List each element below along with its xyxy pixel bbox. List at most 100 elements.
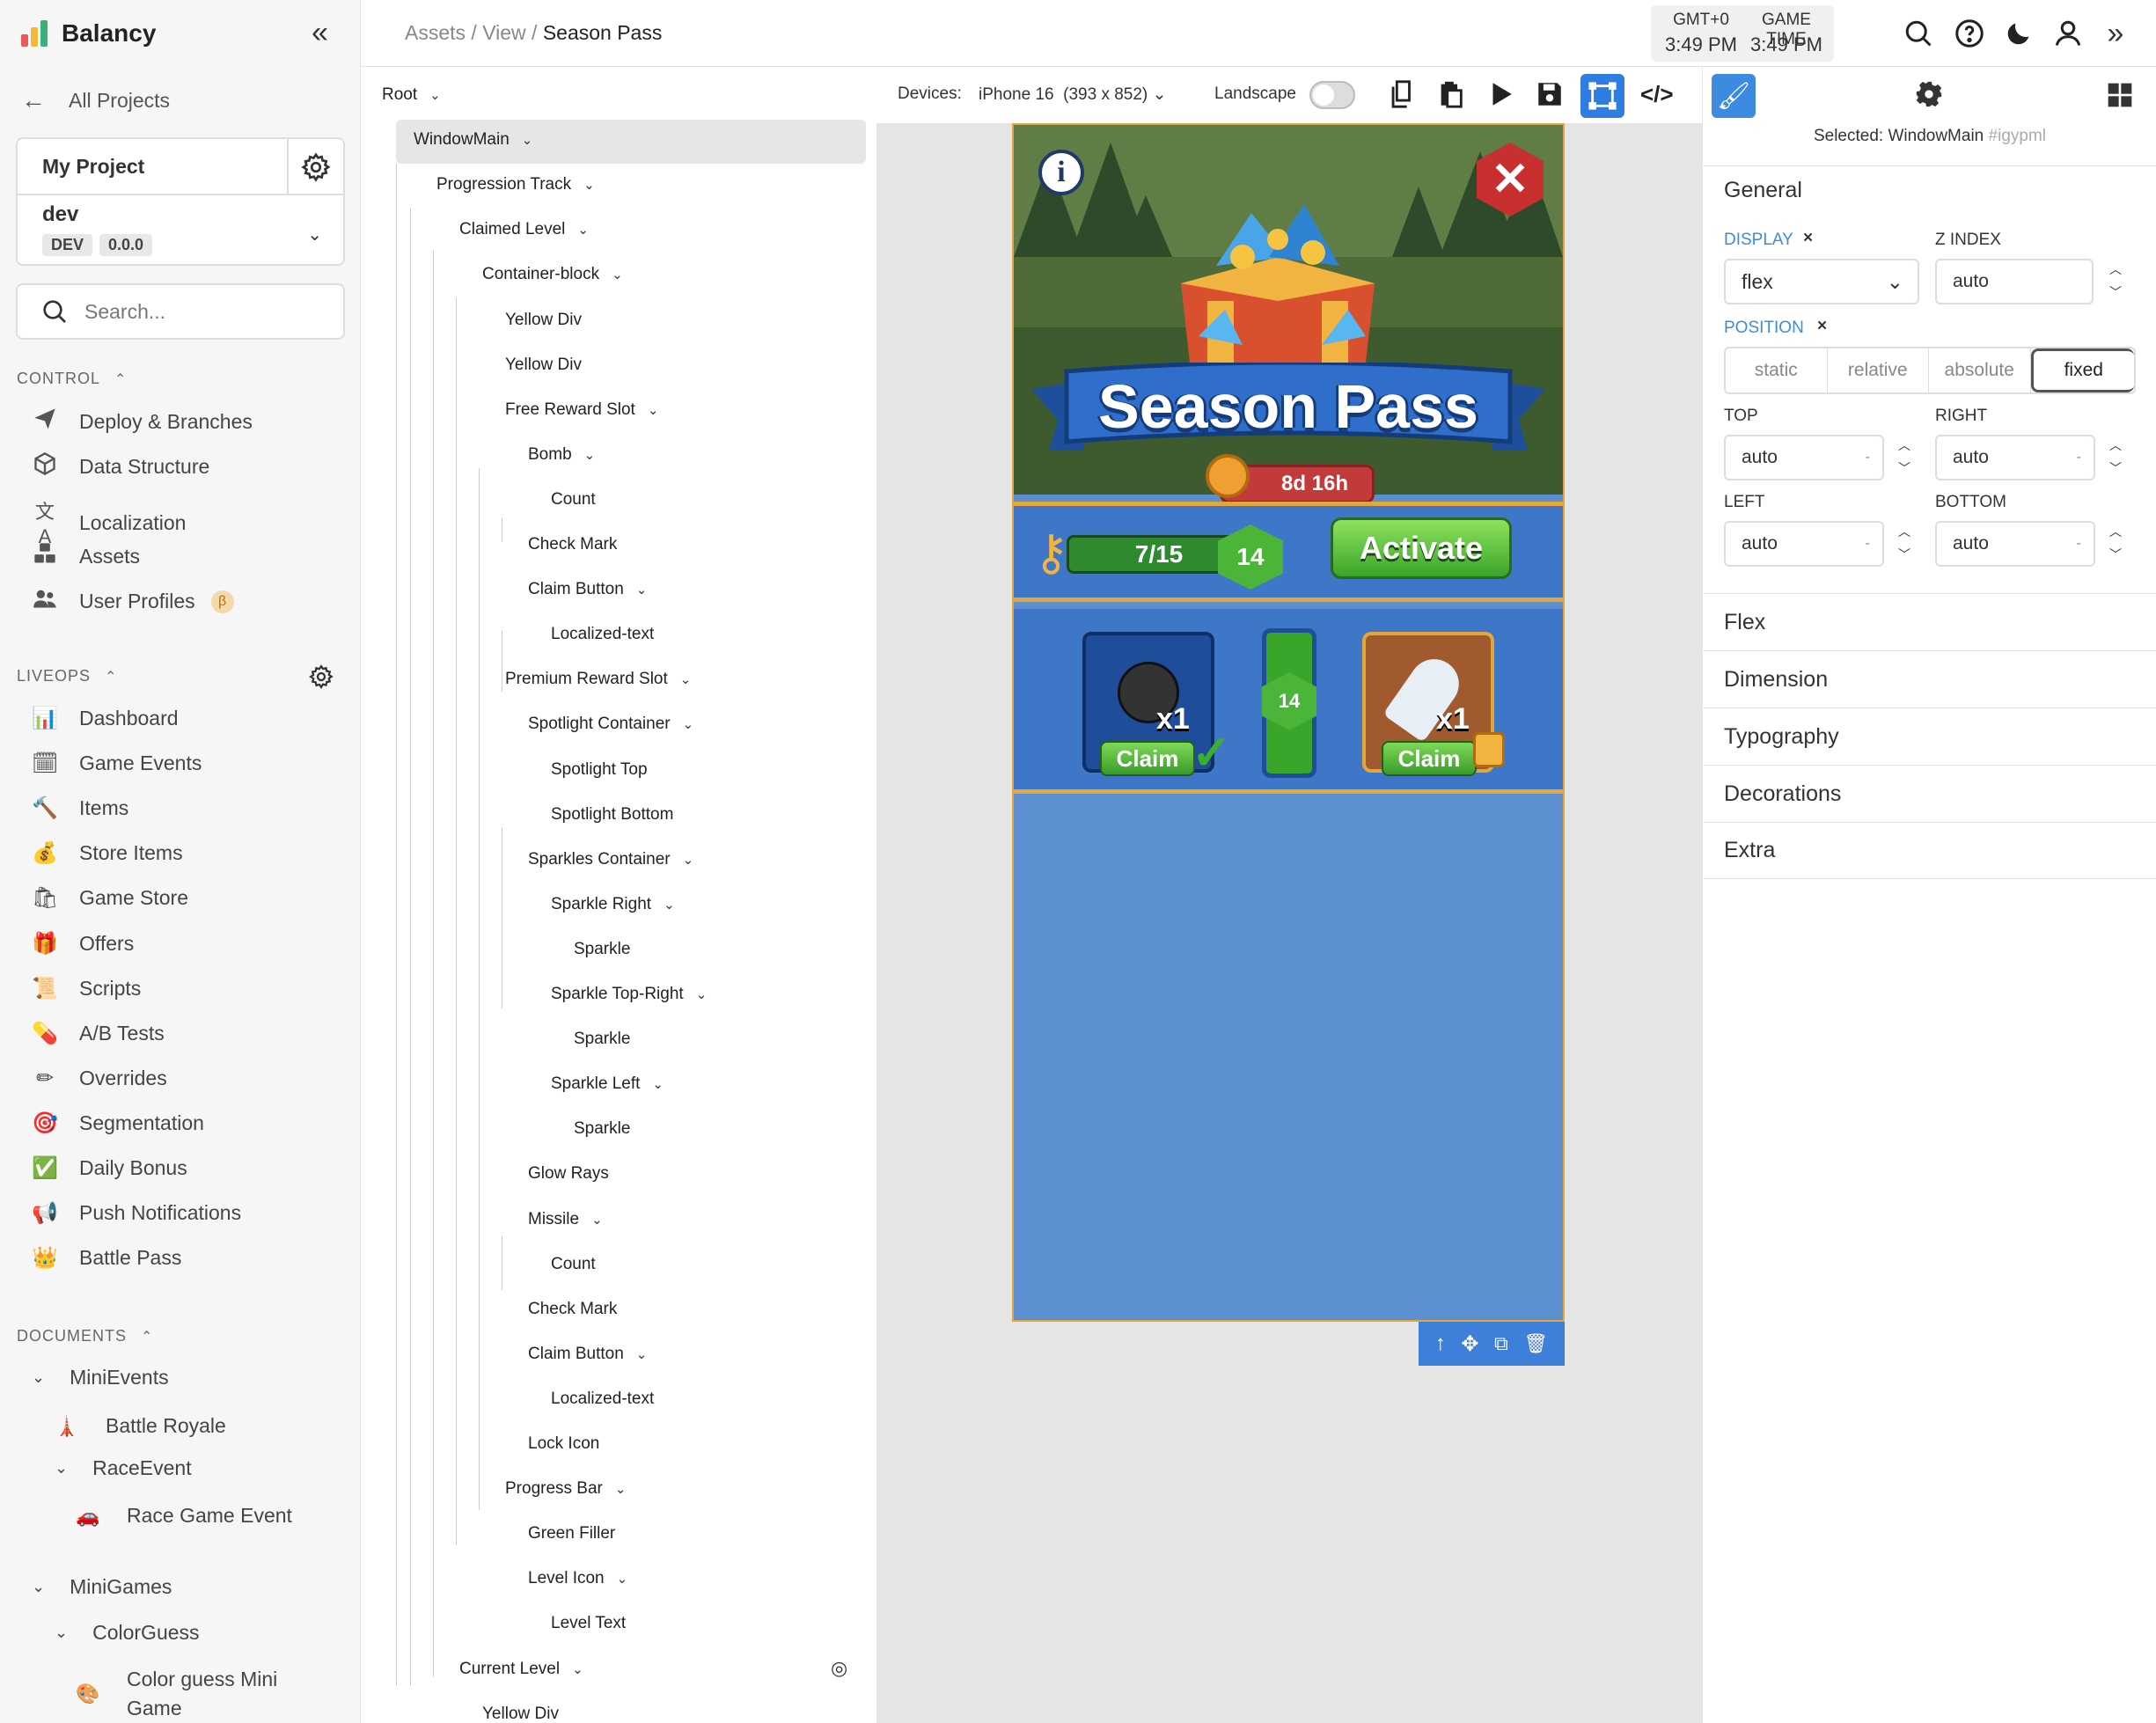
position-relative[interactable]: relative	[1828, 348, 1929, 392]
zindex-input[interactable]: auto	[1935, 259, 2094, 304]
left-input[interactable]: auto -	[1724, 521, 1884, 567]
tree-node-count[interactable]: Count	[551, 1250, 596, 1279]
sidebar-item-segmentation[interactable]: 🎯 Segmentation	[32, 1111, 204, 1136]
delete-icon[interactable]: 🗑	[1523, 1332, 1548, 1355]
paste-icon[interactable]	[1436, 79, 1466, 114]
chevron-down-icon[interactable]: ⌄	[577, 222, 589, 238]
tree-node-yellow-div[interactable]: Yellow Div	[505, 305, 582, 335]
sidebar-search-input[interactable]: Search...	[16, 283, 345, 340]
sidebar-item-store-items[interactable]: 💰 Store Items	[32, 840, 183, 866]
general-section-title[interactable]: General	[1724, 178, 1802, 203]
style-brush-icon[interactable]: 🖌	[1712, 74, 1756, 118]
right-stepper[interactable]: ︿ ﹀	[2106, 436, 2125, 477]
breadcrumb-assets[interactable]: Assets	[405, 21, 466, 44]
tree-node-level-icon[interactable]: Level Icon ⌄	[528, 1564, 627, 1594]
chevron-down-icon[interactable]: ⌄	[429, 87, 441, 103]
tree-node-level-text[interactable]: Level Text	[551, 1609, 626, 1639]
game-preview[interactable]: i ✕ Season Pass 8d 16h 7/15 ⚷ 14 Activat…	[1012, 123, 1565, 1322]
chevron-down-icon[interactable]: ⌄	[307, 224, 322, 246]
tree-node-premium-reward-slot[interactable]: Premium Reward Slot ⌄	[505, 664, 691, 694]
document-folder-minigames[interactable]: ⌄ MiniGames	[32, 1575, 172, 1599]
tree-node-localized-text[interactable]: Localized-text	[551, 620, 654, 649]
tree-node-check-mark[interactable]: Check Mark	[528, 530, 617, 560]
all-projects-link[interactable]: ← All Projects	[21, 86, 170, 114]
code-icon[interactable]: </>	[1640, 81, 1674, 108]
control-section-header[interactable]: CONTROL ⌃	[17, 370, 127, 388]
layout-grid-icon[interactable]	[2106, 81, 2134, 114]
collapse-sidebar-icon[interactable]: «	[312, 18, 328, 48]
chevron-down-icon[interactable]: ⌄	[636, 582, 648, 598]
copy-icon[interactable]	[1387, 79, 1417, 114]
landscape-toggle[interactable]	[1309, 81, 1355, 109]
document-item-battle-royale[interactable]: 🗼 Battle Royale	[55, 1411, 226, 1441]
chevron-down-icon[interactable]: ⌄	[612, 267, 623, 282]
document-folder-colorguess[interactable]: ⌄ ColorGuess	[55, 1621, 200, 1645]
tree-node-sparkle[interactable]: Sparkle	[574, 1114, 630, 1144]
tree-node-check-mark[interactable]: Check Mark	[528, 1294, 617, 1324]
tree-node-glow-rays[interactable]: Glow Rays	[528, 1159, 609, 1189]
top-input[interactable]: auto -	[1724, 435, 1884, 480]
section-dimension[interactable]: Dimension	[1703, 650, 2156, 708]
sidebar-item-deploy-branches[interactable]: Deploy & Branches	[32, 407, 253, 437]
tree-node-root[interactable]: Root ⌄	[382, 80, 441, 110]
tree-node-claim-button[interactable]: Claim Button ⌄	[528, 1339, 647, 1369]
right-unit[interactable]: -	[2077, 450, 2081, 466]
tree-node-sparkle-left[interactable]: Sparkle Left ⌄	[551, 1069, 664, 1099]
tree-node-claim-button[interactable]: Claim Button ⌄	[528, 575, 647, 605]
chevron-down-icon[interactable]: ⌄	[652, 1076, 664, 1092]
chevron-down-icon[interactable]: ⌄	[583, 177, 595, 193]
liveops-settings-gear-icon[interactable]	[308, 664, 334, 695]
visibility-hidden-icon[interactable]: ◎	[831, 1657, 847, 1680]
tree-node-spotlight-container[interactable]: Spotlight Container ⌄	[528, 709, 693, 739]
sidebar-item-user-profiles[interactable]: User Profiles β	[32, 586, 234, 617]
user-profile-icon[interactable]	[2050, 16, 2086, 51]
device-select[interactable]: iPhone 16 (393 x 852) ⌄	[979, 84, 1166, 105]
sidebar-item-dashboard[interactable]: 📊 Dashboard	[32, 706, 178, 731]
settings-gear-icon[interactable]	[1914, 79, 1944, 114]
tree-node-yellow-div[interactable]: Yellow Div	[505, 350, 582, 380]
tree-node-container-block[interactable]: Container-block ⌄	[482, 260, 623, 290]
position-absolute[interactable]: absolute	[1929, 348, 2031, 392]
section-typography[interactable]: Typography	[1703, 708, 2156, 765]
chevron-down-icon[interactable]: ⌄	[617, 1571, 628, 1587]
tree-node-yellow-div[interactable]: Yellow Div	[482, 1699, 559, 1723]
select-frame-icon[interactable]	[1580, 74, 1624, 118]
tree-node-current-level[interactable]: Current Level ⌄	[459, 1654, 583, 1684]
top-stepper[interactable]: ︿ ﹀	[1895, 436, 1914, 477]
brand[interactable]: Balancy	[21, 16, 156, 51]
chevron-down-icon[interactable]: ⌄	[615, 1481, 627, 1497]
tree-node-bomb[interactable]: Bomb ⌄	[528, 440, 595, 470]
chevron-down-icon[interactable]: ⌄	[683, 852, 694, 868]
left-stepper[interactable]: ︿ ﹀	[1895, 523, 1914, 563]
free-claim-button[interactable]: Claim	[1100, 741, 1195, 776]
activate-button[interactable]: Activate	[1331, 517, 1512, 579]
sidebar-item-push-notifications[interactable]: 📢 Push Notifications	[32, 1200, 241, 1226]
clear-display-icon[interactable]: ×	[1803, 229, 1813, 248]
chevron-down-icon[interactable]: ⌄	[572, 1661, 583, 1677]
tree-node-windowmain[interactable]: WindowMain ⌄	[414, 125, 532, 155]
sidebar-item-overrides[interactable]: ✏ Overrides	[32, 1066, 167, 1091]
tree-node-progress-bar[interactable]: Progress Bar ⌄	[505, 1474, 626, 1504]
chevron-down-icon[interactable]: ⌄	[696, 986, 708, 1002]
tree-node-spotlight-bottom[interactable]: Spotlight Bottom	[551, 800, 673, 830]
expand-panel-icon[interactable]: »	[2098, 16, 2133, 51]
dark-mode-moon-icon[interactable]	[2001, 16, 2036, 51]
section-flex[interactable]: Flex	[1703, 593, 2156, 650]
document-item-race-game-event[interactable]: 🚗 Race Game Event	[76, 1501, 292, 1530]
position-fixed[interactable]: fixed	[2030, 348, 2134, 392]
play-icon[interactable]	[1485, 79, 1515, 114]
tree-node-localized-text[interactable]: Localized-text	[551, 1384, 654, 1414]
bottom-input[interactable]: auto -	[1935, 521, 2095, 567]
tree-node-missile[interactable]: Missile ⌄	[528, 1205, 603, 1235]
bottom-stepper[interactable]: ︿ ﹀	[2106, 523, 2125, 563]
sidebar-item-game-events[interactable]: 🗓 Game Events	[32, 751, 202, 776]
sidebar-item-daily-bonus[interactable]: ✅ Daily Bonus	[32, 1155, 187, 1181]
sidebar-item-offers[interactable]: 🎁 Offers	[32, 931, 134, 957]
save-icon[interactable]	[1535, 79, 1565, 114]
tree-node-lock-icon[interactable]: Lock Icon	[528, 1429, 599, 1459]
liveops-section-header[interactable]: LIVEOPS ⌃	[17, 667, 117, 686]
tree-node-sparkle[interactable]: Sparkle	[574, 1024, 630, 1054]
chevron-down-icon[interactable]: ⌄	[591, 1212, 603, 1228]
chevron-down-icon[interactable]: ⌄	[636, 1346, 648, 1362]
top-unit[interactable]: -	[1866, 450, 1870, 466]
